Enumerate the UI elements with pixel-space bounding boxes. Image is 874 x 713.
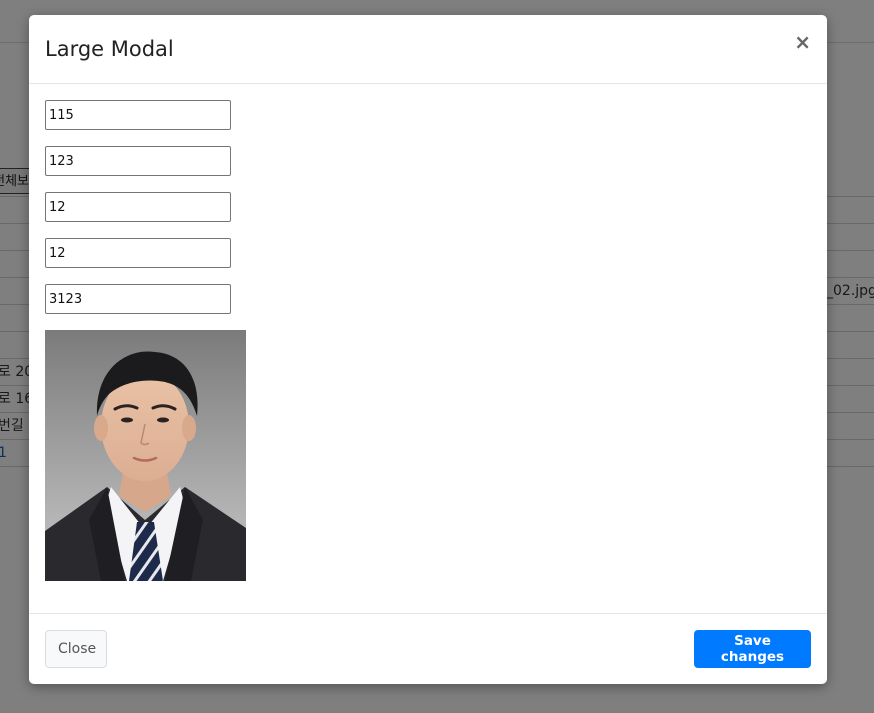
text-field-3[interactable] [45,192,231,222]
profile-photo [45,330,246,581]
modal-header: Large Modal × [29,15,827,84]
text-field-2[interactable] [45,146,231,176]
modal-title: Large Modal [45,37,174,61]
text-field-5[interactable] [45,284,231,314]
text-field-1[interactable] [45,100,231,130]
text-field-4[interactable] [45,238,231,268]
modal-footer: Close Save changes [29,613,827,685]
close-icon[interactable]: × [794,32,811,52]
save-changes-button[interactable]: Save changes [694,630,811,668]
large-modal: Large Modal × 115 123 12 12 3123 Close S… [29,15,827,684]
close-button[interactable]: Close [45,630,107,668]
modal-body [29,84,827,613]
